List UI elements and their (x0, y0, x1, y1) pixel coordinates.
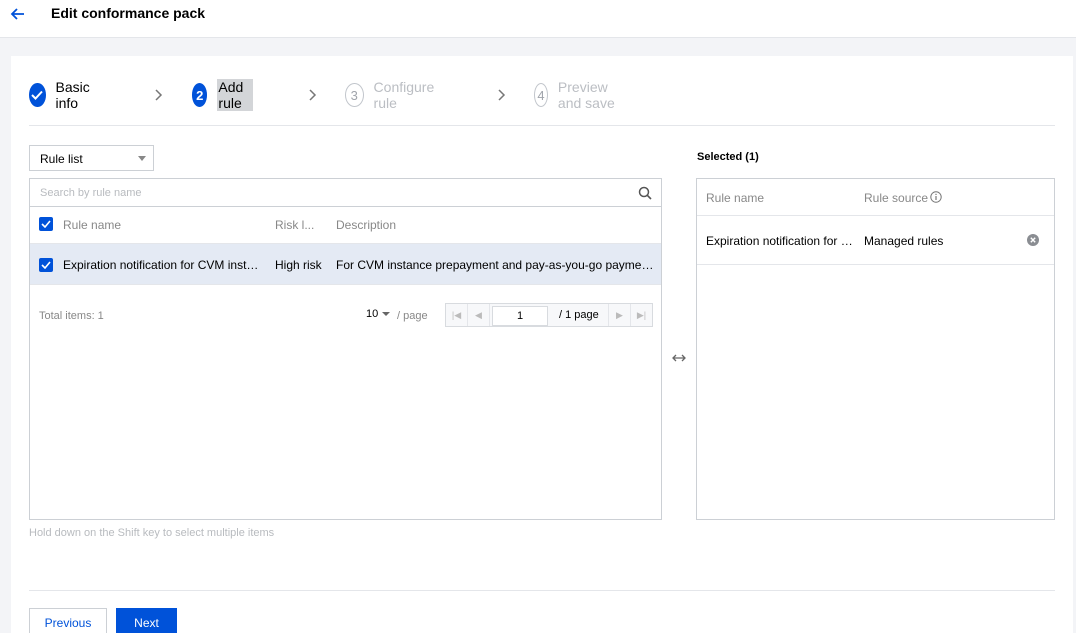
swap-arrows-icon (672, 354, 686, 362)
remove-icon[interactable] (1027, 234, 1039, 246)
rule-type-select[interactable]: Rule list (29, 145, 154, 171)
step-number: 4 (534, 83, 548, 107)
column-rule-source: Rule source (864, 191, 929, 205)
step-configure-rule[interactable]: 3 Configure rule (345, 79, 440, 111)
page-title: Edit conformance pack (51, 5, 206, 21)
step-number: 3 (345, 83, 364, 107)
last-page-icon[interactable]: ▶| (630, 304, 652, 326)
divider (29, 125, 1055, 126)
step-label: Configure rule (373, 79, 435, 111)
page-size-select[interactable]: 10 (366, 308, 391, 320)
column-description: Description (336, 218, 397, 232)
caret-down-icon (138, 156, 146, 161)
chevron-right-icon (155, 89, 163, 101)
previous-button[interactable]: Previous (29, 608, 107, 633)
chevron-right-icon (309, 89, 317, 101)
step-add-rule[interactable]: 2 Add rule (192, 79, 253, 111)
page-size-value: 10 (366, 308, 379, 320)
info-icon[interactable] (930, 191, 942, 203)
selected-rule-source: Managed rules (864, 234, 944, 248)
column-risk-level: Risk l... (275, 218, 315, 232)
selected-panel: Rule name Rule source Expiration notific… (696, 178, 1055, 520)
pagination-control: |◀ ◀ / 1 page ▶ ▶| (445, 303, 653, 327)
total-items: Total items: 1 (39, 310, 104, 322)
select-value: Rule list (40, 152, 83, 166)
row-risk-level: High risk (275, 258, 322, 272)
chevron-right-icon (498, 89, 506, 101)
per-page-label: / page (397, 310, 428, 322)
step-number: 2 (192, 83, 208, 107)
caret-down-icon (382, 312, 391, 317)
row-description: For CVM instance prepayment and pay-as-y… (336, 258, 654, 272)
table-row[interactable]: Expiration notification for CVM instanc.… (30, 243, 661, 285)
table-header: Rule name Risk l... Description (30, 207, 661, 243)
step-label: Add rule (217, 79, 253, 111)
step-preview-save[interactable]: 4 Preview and save (534, 79, 618, 111)
column-rule-name: Rule name (63, 218, 122, 232)
next-page-icon[interactable]: ▶ (608, 304, 630, 326)
shift-key-hint: Hold down on the Shift key to select mul… (29, 527, 275, 539)
search-input[interactable] (30, 179, 661, 207)
page-number-input[interactable] (492, 306, 548, 326)
select-all-checkbox[interactable] (39, 217, 53, 231)
selected-rule-name: Expiration notification for C... (706, 234, 854, 248)
column-rule-name: Rule name (706, 191, 765, 205)
step-basic-info[interactable]: Basic info (29, 79, 97, 111)
divider (29, 590, 1055, 591)
first-page-icon[interactable]: |◀ (446, 304, 468, 326)
next-button[interactable]: Next (116, 608, 177, 633)
selected-row: Expiration notification for C... Managed… (697, 216, 1054, 265)
rule-list-panel: Rule name Risk l... Description Expirati… (29, 178, 662, 520)
row-checkbox[interactable] (39, 258, 53, 272)
selected-title: Selected (1) (697, 151, 759, 163)
step-label: Basic info (55, 79, 90, 111)
search-icon[interactable] (638, 186, 652, 200)
total-pages: / 1 page (559, 309, 599, 321)
selected-table-header: Rule name Rule source (697, 179, 1054, 216)
page-header: Edit conformance pack (0, 0, 1076, 38)
back-arrow-icon[interactable] (8, 4, 28, 24)
row-rule-name: Expiration notification for CVM instanc.… (63, 258, 263, 272)
step-label: Preview and save (557, 79, 615, 111)
step-done-check-icon (29, 83, 46, 107)
prev-page-icon[interactable]: ◀ (468, 304, 490, 326)
